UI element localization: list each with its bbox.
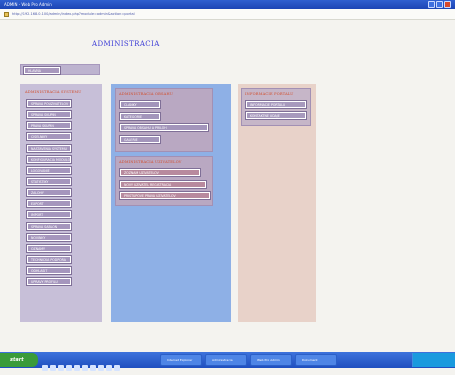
menu-item[interactable]: SPRAVA SABLON — [27, 222, 71, 230]
info-column: INFORMACIE PORTALU INFORMACIE PORTALU KO… — [238, 84, 316, 322]
menu-item[interactable]: TECHNICKA PODPORA — [27, 255, 71, 263]
system-column: ADMINISTRACIA SYSTEMU SPRAVA POUZIVATELO… — [20, 84, 102, 322]
app-icon[interactable] — [114, 365, 120, 371]
menu-item[interactable]: KONTAKTNE UDAJE — [246, 112, 306, 119]
desktop-icon[interactable] — [74, 365, 80, 371]
users-section-title: ADMINISTRACIA UZIVATELOV — [119, 160, 182, 164]
menu-item[interactable]: SPRAVA OBSAHU A PRILOH — [120, 124, 208, 132]
menu-item[interactable]: ZALOHY — [27, 189, 71, 197]
menu-item[interactable]: UPRAVY PROFILU — [27, 278, 71, 286]
menu-item[interactable]: PRISTUPOVE PRAVA UZIVATELOV — [120, 192, 210, 200]
system-tray — [412, 353, 455, 367]
app-icon[interactable] — [82, 365, 88, 371]
taskbar-task[interactable]: Administracia — [205, 354, 247, 366]
menu-item[interactable]: CLANKY — [120, 101, 160, 108]
content-panel: ADMINISTRACIA OBSAHU CLANKY KATEGORIE SP… — [115, 88, 213, 152]
menu-item[interactable]: OZNAMY — [27, 244, 71, 252]
home-button[interactable]: HLAVNA — [24, 67, 60, 74]
title-bar: ADMIN - Web Pro Admin — [0, 0, 455, 9]
taskbar-task[interactable]: Web Pro Admin — [250, 354, 292, 366]
menu-item[interactable]: INFORMACIE PORTALU — [246, 101, 306, 108]
app-icon[interactable] — [90, 365, 96, 371]
content-section-title: ADMINISTRACIA OBSAHU — [119, 92, 174, 96]
menu-item[interactable]: KONFIGURACIA MODULOV — [27, 155, 71, 163]
quick-launch — [42, 356, 122, 371]
taskbar: start Internet Explorer Administracia We… — [0, 352, 455, 371]
menu-item[interactable]: NASTAVENIA SYSTEMU — [27, 144, 71, 152]
info-panel: INFORMACIE PORTALU INFORMACIE PORTALU KO… — [241, 88, 311, 126]
menu-item[interactable]: ZOZNAM UZIVATELOV — [120, 169, 200, 176]
taskbar-task[interactable]: Internet Explorer — [160, 354, 202, 366]
top-panel: HLAVNA — [20, 64, 100, 75]
menu-item[interactable]: LOGOVANIE — [27, 166, 71, 174]
content-menu: CLANKY KATEGORIE SPRAVA OBSAHU A PRILOH … — [120, 101, 208, 147]
info-section-title: INFORMACIE PORTALU — [245, 92, 294, 96]
taskbar-task[interactable]: Dokument — [295, 354, 337, 366]
menu-item[interactable]: PRAVA SKUPIN — [27, 122, 71, 130]
page-icon — [4, 12, 9, 17]
content-column: ADMINISTRACIA OBSAHU CLANKY KATEGORIE SP… — [111, 84, 231, 322]
menu-item[interactable]: SPRAVA SKUPIN — [27, 111, 71, 119]
address-url[interactable]: http://192.168.0.100/admin/index.php?mod… — [12, 9, 135, 19]
users-menu: ZOZNAM UZIVATELOV NOVY UZIVATEL REGISTRA… — [120, 169, 210, 204]
minimize-button[interactable] — [428, 1, 435, 8]
info-menu: INFORMACIE PORTALU KONTAKTNE UDAJE — [246, 101, 306, 123]
menu-item[interactable]: KATEGORIE — [120, 112, 160, 120]
menu-item[interactable]: NOVINKY — [27, 233, 71, 241]
menu-item[interactable]: CISELNIKY — [27, 133, 71, 141]
app-icon[interactable] — [98, 365, 104, 371]
menu-item[interactable]: ODHLASIT — [27, 267, 71, 275]
browser-icon[interactable] — [42, 365, 48, 371]
menu-item[interactable]: NOVY UZIVATEL REGISTRACIA — [120, 180, 206, 188]
menu-item[interactable]: STATISTIKY — [27, 177, 71, 185]
mail-icon[interactable] — [58, 365, 64, 371]
maximize-button[interactable] — [436, 1, 443, 8]
close-button[interactable] — [444, 1, 451, 8]
system-menu: SPRAVA POUZIVATELOV SPRAVA SKUPIN PRAVA … — [27, 100, 85, 289]
app-icon[interactable] — [106, 365, 112, 371]
menu-item[interactable]: IMPORT — [27, 211, 71, 219]
menu-item[interactable]: GALERIE — [120, 135, 160, 143]
menu-item[interactable]: SPRAVA POUZIVATELOV — [27, 100, 71, 107]
start-button[interactable]: start — [0, 353, 38, 367]
page-title: ADMINISTRACIA — [92, 40, 160, 48]
window-title: ADMIN - Web Pro Admin — [4, 2, 52, 7]
system-section-title: ADMINISTRACIA SYSTEMU — [25, 90, 82, 94]
address-bar[interactable]: http://192.168.0.100/admin/index.php?mod… — [0, 9, 455, 20]
users-panel: ADMINISTRACIA UZIVATELOV ZOZNAM UZIVATEL… — [115, 156, 213, 206]
media-icon[interactable] — [66, 365, 72, 371]
folder-icon[interactable] — [50, 365, 56, 371]
menu-item[interactable]: EXPORT — [27, 200, 71, 208]
